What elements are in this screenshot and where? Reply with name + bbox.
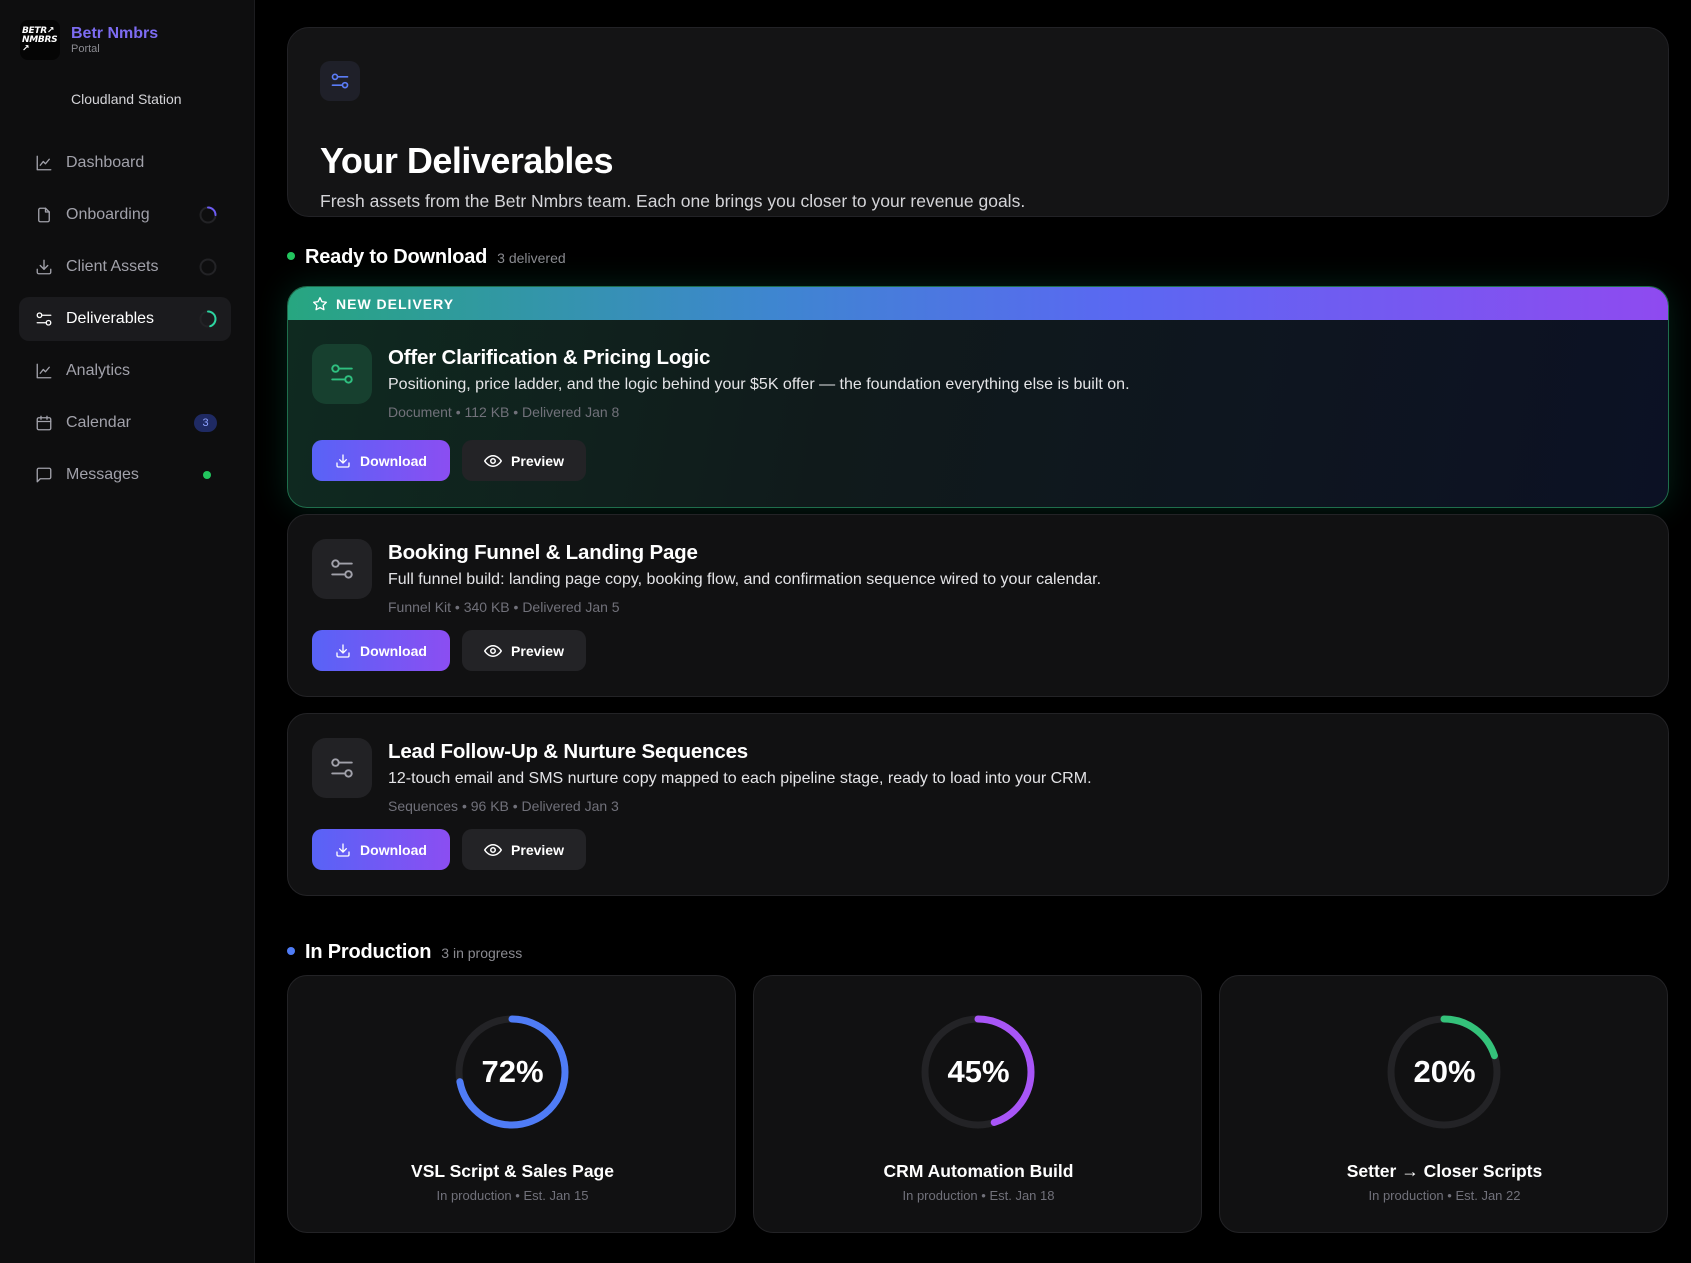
brand-name: Betr Nmbrs [71,25,159,42]
progress-ring-icon [199,206,217,224]
sliders-icon [312,539,372,599]
production-card[interactable]: 20% Setter → Closer Scripts In productio… [1219,975,1668,1233]
message-icon [35,466,53,484]
download-label: Download [360,452,427,469]
ready-section-header: Ready to Download 3 delivered [287,246,566,269]
sidebar: BETR↗ NMBRS ↗ Betr Nmbrs Portal Cloudlan… [0,0,255,1263]
progress-ring-icon [199,258,217,276]
preview-button[interactable]: Preview [462,630,586,671]
logo-line-3: ↗ [22,43,30,54]
sidebar-item-label: Deliverables [66,310,155,327]
deliverable-description: Full funnel build: landing page copy, bo… [388,571,1102,588]
sliders-icon [312,344,372,404]
deliverables-header: Your Deliverables Fresh assets from the … [287,27,1669,217]
document-icon [35,206,53,224]
deliverable-card: Lead Follow-Up & Nurture Sequences 12-to… [287,713,1669,896]
download-button[interactable]: Download [312,829,450,870]
preview-button[interactable]: Preview [462,440,586,481]
deliverable-card: NEW DELIVERY Offer Clarification & Prici… [287,286,1669,508]
preview-label: Preview [511,642,564,659]
production-title: Setter → Closer Scripts [1346,1161,1543,1181]
production-card[interactable]: 72% VSL Script & Sales Page In productio… [287,975,736,1233]
workspace-name: Cloudland Station [71,91,182,107]
sidebar-item-label: Analytics [66,362,131,379]
preview-label: Preview [511,841,564,858]
deliverable-title: Lead Follow-Up & Nurture Sequences [388,740,748,763]
download-icon [336,842,350,857]
production-title: CRM Automation Build [883,1161,1074,1181]
sidebar-item-messages[interactable]: Messages [19,453,231,497]
sidebar-item-analytics[interactable]: Analytics [19,349,231,393]
progress-percent: 45% [947,1054,1010,1089]
deliverable-meta: Document • 112 KB • Delivered Jan 8 [388,404,620,420]
deliverable-meta: Funnel Kit • 340 KB • Delivered Jan 5 [388,599,620,615]
page-title: Your Deliverables [320,140,613,181]
progress-ring-icon [199,310,217,328]
production-status-dot [287,947,295,955]
section-count: 3 delivered [497,250,566,266]
sidebar-item-label: Client Assets [66,258,159,275]
production-meta: In production • Est. Jan 22 [1368,1188,1521,1203]
sidebar-item-dashboard[interactable]: Dashboard [19,141,231,185]
sidebar-item-label: Onboarding [66,206,150,223]
calendar-icon [35,414,53,432]
section-title: Ready to Download [305,246,488,268]
production-card[interactable]: 45% CRM Automation Build In production •… [753,975,1202,1233]
sidebar-item-label: Calendar [66,414,131,431]
sidebar-item-onboarding[interactable]: Onboarding [19,193,231,237]
sidebar-item-label: Messages [66,466,139,483]
sidebar-item-calendar[interactable]: Calendar 3 [19,401,231,445]
download-button[interactable]: Download [312,440,450,481]
download-label: Download [360,642,427,659]
download-icon [336,453,350,468]
download-icon [35,258,53,276]
chart-line-icon [35,362,53,380]
sidebar-nav: Dashboard Onboarding Client Assets Deliv… [19,141,231,505]
eye-icon [484,644,503,657]
eye-icon [484,454,503,467]
production-section-header: In Production 3 in progress [287,941,522,964]
deliverable-meta: Sequences • 96 KB • Delivered Jan 3 [388,798,619,814]
sidebar-item-client-assets[interactable]: Client Assets [19,245,231,289]
page-subtitle: Fresh assets from the Betr Nmbrs team. E… [320,191,1026,211]
sliders-icon [320,61,360,101]
deliverable-description: Positioning, price ladder, and the logic… [388,376,1130,393]
download-label: Download [360,841,427,858]
section-title: In Production [305,941,432,963]
brand-subtitle: Portal [71,43,100,55]
production-title: VSL Script & Sales Page [411,1161,614,1181]
section-count: 3 in progress [441,945,523,961]
eye-icon [484,843,503,856]
sliders-icon [312,738,372,798]
brand-logo: BETR↗ NMBRS ↗ [20,20,60,60]
progress-percent: 20% [1413,1054,1476,1089]
sidebar-item-label: Dashboard [66,154,145,171]
chart-line-icon [35,154,53,172]
download-icon [336,643,350,658]
deliverable-description: 12-touch email and SMS nurture copy mapp… [388,770,1092,787]
ribbon-label: NEW DELIVERY [336,295,455,312]
star-icon [313,296,327,310]
deliverable-card: Booking Funnel & Landing Page Full funne… [287,514,1669,697]
sidebar-item-deliverables[interactable]: Deliverables [19,297,231,341]
online-status-dot [203,471,211,479]
deliverable-title: Booking Funnel & Landing Page [388,541,698,564]
production-meta: In production • Est. Jan 15 [436,1188,589,1203]
new-delivery-ribbon: NEW DELIVERY [288,287,1668,320]
download-button[interactable]: Download [312,630,450,671]
production-meta: In production • Est. Jan 18 [902,1188,1055,1203]
preview-label: Preview [511,452,564,469]
progress-percent: 72% [481,1054,544,1089]
deliverable-title: Offer Clarification & Pricing Logic [388,346,711,369]
calendar-count-badge: 3 [194,414,217,432]
sliders-icon [35,310,53,328]
ready-status-dot [287,252,295,260]
brand[interactable]: BETR↗ NMBRS ↗ Betr Nmbrs Portal [20,20,158,60]
preview-button[interactable]: Preview [462,829,586,870]
